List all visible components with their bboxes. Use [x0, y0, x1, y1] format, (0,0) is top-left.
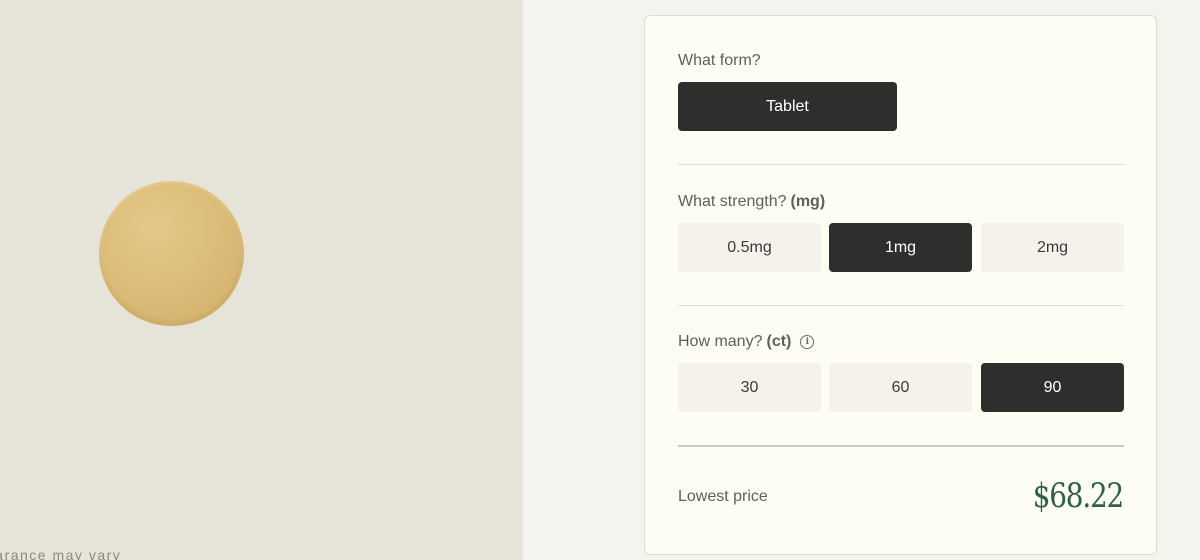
- strength-section-label: What strength? (mg): [678, 193, 825, 211]
- quantity-unit: (ct): [766, 333, 792, 350]
- form-section-label: What form?: [678, 52, 761, 70]
- info-icon[interactable]: i: [800, 335, 815, 349]
- price-divider: [678, 445, 1124, 447]
- quantity-option-90[interactable]: 90: [981, 363, 1124, 412]
- tablet-image: [99, 181, 244, 326]
- section-divider: [678, 164, 1124, 165]
- form-label: What form?: [678, 52, 761, 69]
- price-label: Lowest price: [678, 488, 768, 505]
- strength-option-0-5mg[interactable]: 0.5mg: [678, 223, 821, 272]
- strength-label: What strength?: [678, 193, 787, 210]
- appearance-disclaimer: earance may vary: [0, 547, 122, 560]
- quantity-option-30[interactable]: 30: [678, 363, 821, 412]
- strength-option-2mg[interactable]: 2mg: [981, 223, 1124, 272]
- quantity-label: How many?: [678, 333, 763, 350]
- product-options-page: earance may vary What form? Tablet What …: [0, 0, 1200, 560]
- form-option-tablet[interactable]: Tablet: [678, 82, 897, 131]
- quantity-option-60[interactable]: 60: [829, 363, 972, 412]
- section-divider: [678, 305, 1124, 306]
- options-card: What form? Tablet What strength? (mg) 0.…: [644, 15, 1157, 555]
- price-value: $68.22: [1032, 476, 1124, 516]
- quantity-section-label: How many? (ct) i: [678, 333, 815, 351]
- product-image-panel: earance may vary: [0, 0, 523, 560]
- strength-option-1mg[interactable]: 1mg: [829, 223, 972, 272]
- strength-unit: (mg): [790, 193, 826, 210]
